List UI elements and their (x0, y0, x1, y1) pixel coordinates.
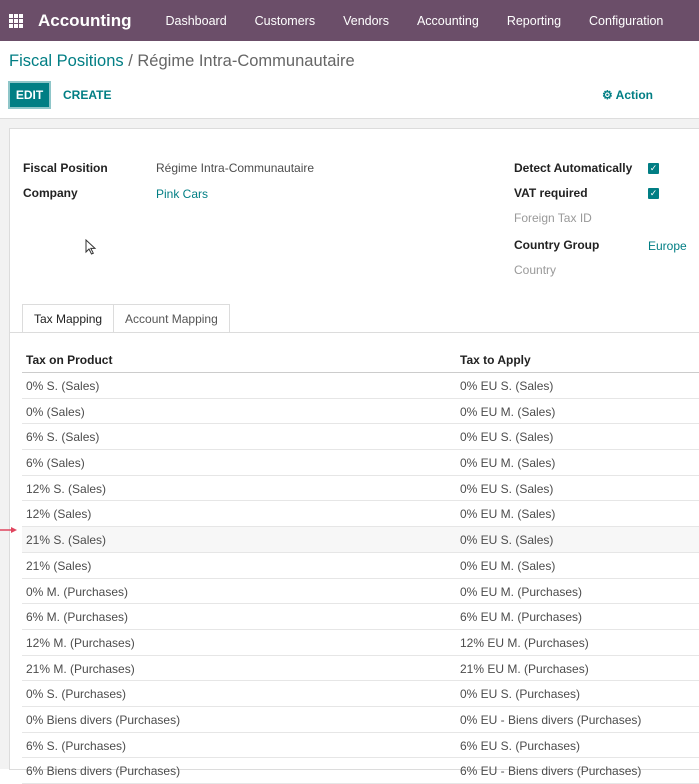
tax-to-apply-cell: 6% EU S. (Purchases) (460, 738, 581, 753)
vat-required-label: VAT required (514, 186, 588, 200)
table-row[interactable]: 0% (Sales) 0% EU M. (Sales) (22, 399, 699, 425)
tax-to-apply-cell: 0% EU S. (Sales) (460, 379, 554, 393)
menu-accounting[interactable]: Accounting (417, 14, 479, 28)
tax-on-product-cell: 6% Biens divers (Purchases) (26, 764, 181, 779)
company-label: Company (23, 186, 78, 200)
tax-to-apply-cell: 12% EU M. (Purchases) (460, 635, 589, 650)
tax-on-product-cell: 0% S. (Purchases) (26, 687, 127, 702)
table-row[interactable]: 0% M. (Purchases) 0% EU M. (Purchases) (22, 579, 699, 605)
tax-to-apply-cell: 0% EU S. (Sales) (460, 533, 554, 548)
table-row[interactable]: 21% S. (Sales) 0% EU S. (Sales) (22, 527, 699, 553)
tax-to-apply-cell: 0% EU S. (Purchases) (460, 687, 581, 702)
tax-on-product-cell: 21% M. (Purchases) (26, 661, 135, 676)
table-row[interactable]: 12% (Sales) 0% EU M. (Sales) (22, 501, 699, 528)
fiscal-position-value: Régime Intra-Communautaire (156, 161, 315, 175)
menu-customers[interactable]: Customers (255, 14, 315, 28)
breadcrumb: Fiscal Positions / Régime Intra-Communau… (9, 52, 355, 71)
column-header-tax-to-apply[interactable]: Tax to Apply (460, 353, 531, 367)
notebook-tabs: Tax Mapping Account Mapping (22, 304, 230, 333)
table-row[interactable]: 0% S. (Purchases) 0% EU S. (Purchases) (22, 681, 699, 707)
tax-to-apply-cell: 0% EU S. (Sales) (460, 481, 554, 496)
menu-reporting[interactable]: Reporting (507, 14, 561, 28)
top-navbar: Accounting Dashboard Customers Vendors A… (0, 0, 699, 41)
breadcrumb-separator: / (123, 52, 138, 70)
apps-grid-icon[interactable] (9, 13, 23, 28)
table-row[interactable]: 6% S. (Purchases) 6% EU S. (Purchases) (22, 733, 699, 759)
table-header: Tax on Product Tax to Apply (22, 350, 699, 373)
tax-on-product-cell: 0% (Sales) (26, 404, 85, 419)
tax-on-product-cell: 12% S. (Sales) (26, 481, 107, 496)
country-group-link[interactable]: Europe (648, 239, 687, 253)
tax-on-product-cell: 0% Biens divers (Purchases) (26, 712, 181, 727)
check-icon: ✓ (649, 188, 658, 198)
tax-on-product-cell: 6% M. (Purchases) (26, 610, 129, 625)
table-row[interactable]: 12% S. (Sales) 0% EU S. (Sales) (22, 476, 699, 502)
tax-mapping-table: 0% S. (Sales) 0% EU S. (Sales) 0% (Sales)… (22, 373, 699, 784)
tax-on-product-cell: 12% M. (Purchases) (26, 635, 135, 650)
company-link[interactable]: Pink Cars (156, 187, 208, 201)
tax-to-apply-cell: 0% EU M. (Sales) (460, 404, 556, 419)
tab-divider (9, 332, 699, 333)
tab-tax-mapping[interactable]: Tax Mapping (22, 304, 115, 333)
tax-to-apply-cell: 6% EU - Biens divers (Purchases) (460, 764, 642, 779)
tax-on-product-cell: 0% M. (Purchases) (26, 584, 129, 599)
breadcrumb-fiscal-positions[interactable]: Fiscal Positions (9, 52, 124, 70)
menu-dashboard[interactable]: Dashboard (166, 14, 227, 28)
table-row[interactable]: 12% M. (Purchases) 12% EU M. (Purchases) (22, 630, 699, 656)
tax-to-apply-cell: 0% EU M. (Sales) (460, 558, 556, 573)
fiscal-position-label: Fiscal Position (23, 161, 108, 175)
app-name[interactable]: Accounting (38, 11, 132, 31)
tax-to-apply-cell: 0% EU M. (Sales) (460, 507, 556, 522)
mouse-cursor-icon (85, 239, 97, 255)
tax-to-apply-cell: 0% EU S. (Sales) (460, 430, 554, 445)
column-header-tax-on-product[interactable]: Tax on Product (26, 353, 112, 367)
action-dropdown[interactable]: ⚙ Action (602, 88, 653, 102)
tax-on-product-cell: 12% (Sales) (26, 507, 92, 522)
tax-on-product-cell: 6% S. (Purchases) (26, 738, 127, 753)
edit-button[interactable]: EDIT (8, 81, 51, 109)
tax-to-apply-cell: 0% EU M. (Sales) (460, 456, 556, 471)
tax-on-product-cell: 0% S. (Sales) (26, 379, 100, 393)
table-row[interactable]: 6% S. (Sales) 0% EU S. (Sales) (22, 424, 699, 451)
tax-to-apply-cell: 21% EU M. (Purchases) (460, 661, 589, 676)
tax-to-apply-cell: 0% EU - Biens divers (Purchases) (460, 712, 642, 727)
tax-on-product-cell: 6% S. (Sales) (26, 430, 100, 445)
table-row[interactable]: 0% S. (Sales) 0% EU S. (Sales) (22, 373, 699, 399)
menu-vendors[interactable]: Vendors (343, 14, 389, 28)
gear-icon: ⚙ (602, 88, 613, 102)
tax-on-product-cell: 6% (Sales) (26, 456, 85, 471)
highlight-arrow-icon (0, 527, 17, 533)
action-label: Action (615, 88, 653, 102)
detect-auto-checkbox[interactable]: ✓ (648, 163, 659, 174)
menu-configuration[interactable]: Configuration (589, 14, 663, 28)
table-row[interactable]: 6% Biens divers (Purchases) 6% EU - Biens… (22, 758, 699, 784)
foreign-tax-id-field: Foreign Tax ID (514, 211, 592, 225)
tax-to-apply-cell: 0% EU M. (Purchases) (460, 584, 583, 599)
table-row[interactable]: 0% Biens divers (Purchases) 0% EU - Biens… (22, 707, 699, 733)
tab-account-mapping[interactable]: Account Mapping (113, 304, 230, 333)
table-row[interactable]: 6% M. (Purchases) 6% EU M. (Purchases) (22, 604, 699, 630)
table-row[interactable]: 21% (Sales) 0% EU M. (Sales) (22, 553, 699, 579)
detect-auto-label: Detect Automatically (514, 161, 633, 175)
table-row[interactable]: 21% M. (Purchases) 21% EU M. (Purchases) (22, 656, 699, 682)
breadcrumb-current: Régime Intra-Communautaire (137, 52, 355, 70)
tax-on-product-cell: 21% (Sales) (26, 558, 92, 573)
create-button[interactable]: CREATE (63, 88, 111, 102)
check-icon: ✓ (649, 163, 658, 173)
table-row[interactable]: 6% (Sales) 0% EU M. (Sales) (22, 450, 699, 476)
tax-on-product-cell: 21% S. (Sales) (26, 533, 107, 548)
vat-required-checkbox[interactable]: ✓ (648, 188, 659, 199)
tax-to-apply-cell: 6% EU M. (Purchases) (460, 610, 583, 625)
country-field: Country (514, 263, 557, 277)
country-group-label: Country Group (514, 238, 600, 252)
